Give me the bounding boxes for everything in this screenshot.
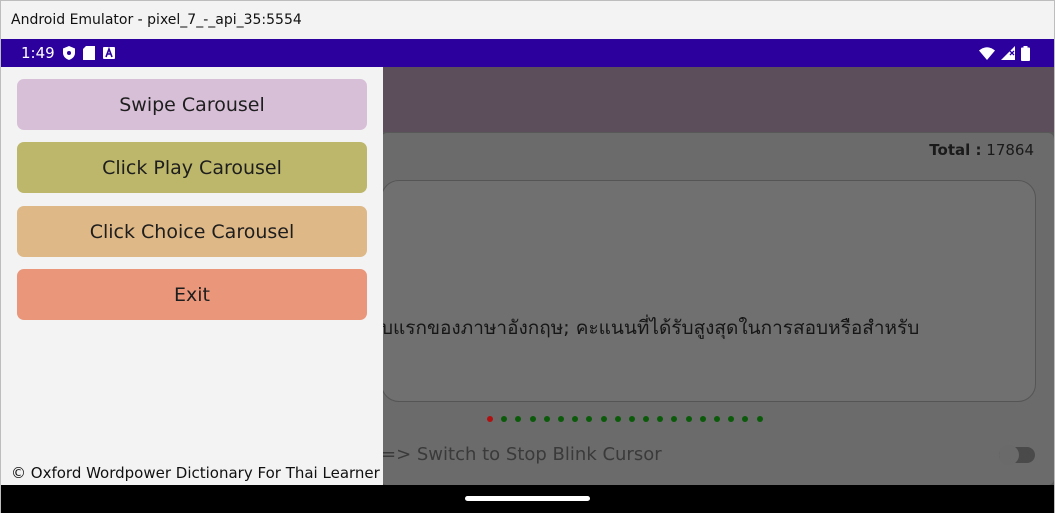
carousel-dot [557, 416, 564, 422]
carousel-dot [614, 416, 621, 422]
navigation-drawer: Swipe Carousel Click Play Carousel Click… [1, 67, 383, 485]
carousel-dot [699, 416, 706, 422]
blink-cursor-switch[interactable] [999, 445, 1035, 465]
carousel-dot [515, 416, 522, 422]
app-screen: Total : 17864 บแรกของภาษาอังกฤษ; คะแนนที… [1, 67, 1054, 485]
carousel-dot [728, 416, 735, 422]
click-play-carousel-button[interactable]: Click Play Carousel [17, 142, 367, 193]
sd-card-icon [82, 46, 95, 60]
swipe-carousel-button[interactable]: Swipe Carousel [17, 79, 367, 130]
emulator-window: Android Emulator - pixel_7_-_api_35:5554… [0, 0, 1055, 513]
switch-knob [999, 445, 1019, 465]
battery-icon [1021, 45, 1030, 61]
switch-label: => Switch to Stop Blink Cursor [381, 444, 662, 465]
wifi-icon [979, 46, 995, 60]
definition-text: บแรกของภาษาอังกฤษ; คะแนนที่ได้รับสูงสุดใ… [381, 317, 920, 339]
carousel-dot [756, 416, 763, 422]
carousel-dot [529, 416, 536, 422]
signal-icon [1001, 46, 1015, 60]
click-choice-carousel-button[interactable]: Click Choice Carousel [17, 206, 367, 257]
shield-icon [62, 46, 75, 60]
definition-box[interactable] [381, 180, 1036, 402]
carousel-dot [685, 416, 692, 422]
carousel-dot [657, 416, 664, 422]
carousel-dot [742, 416, 749, 422]
window-title: Android Emulator - pixel_7_-_api_35:5554 [11, 12, 302, 28]
total-count: Total : 17864 [929, 141, 1034, 159]
carousel-dot [572, 416, 579, 422]
carousel-dot [628, 416, 635, 422]
carousel-dot [501, 416, 508, 422]
carousel-indicator [487, 416, 763, 422]
window-titlebar: Android Emulator - pixel_7_-_api_35:5554 [1, 1, 1054, 39]
total-value: 17864 [986, 141, 1034, 159]
carousel-dot [600, 416, 607, 422]
a-box-icon [102, 47, 115, 59]
carousel-dot [543, 416, 550, 422]
status-time: 1:49 [21, 44, 55, 62]
carousel-dot [487, 416, 493, 422]
carousel-dot [643, 416, 650, 422]
total-label: Total : [929, 141, 982, 159]
carousel-dot [671, 416, 678, 422]
android-status-bar: 1:49 [1, 39, 1054, 67]
carousel-dot [586, 416, 593, 422]
copyright-text: © Oxford Wordpower Dictionary For Thai L… [11, 464, 380, 482]
exit-button[interactable]: Exit [17, 269, 367, 320]
gesture-handle[interactable] [465, 496, 590, 501]
android-nav-bar [1, 485, 1054, 513]
carousel-dot [714, 416, 720, 422]
